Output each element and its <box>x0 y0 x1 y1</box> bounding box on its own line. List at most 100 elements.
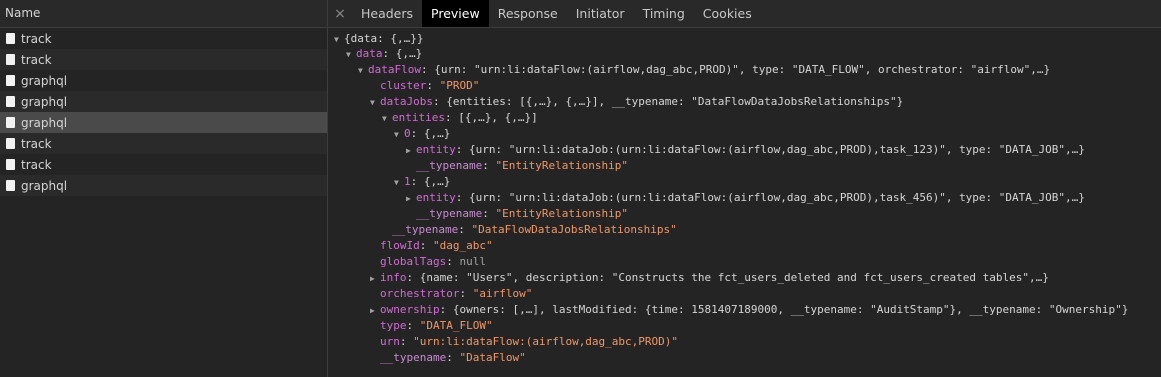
json-key: entities <box>392 111 445 124</box>
json-key: __typename <box>380 351 447 364</box>
json-key: __typename <box>416 159 483 172</box>
json-key: cluster <box>380 79 427 92</box>
json-text: : {,…} <box>410 127 451 140</box>
json-tree-line: orchestrator: "airflow" <box>370 286 532 302</box>
json-tree-line[interactable]: ▶ entity: {urn: "urn:li:dataJob:(urn:li:d… <box>406 142 1085 158</box>
json-text: : {entities: [{,…}, {,…}], __typename: "… <box>432 95 904 108</box>
json-text: : <box>419 239 433 252</box>
json-tree-line: urn: "urn:li:dataFlow:(airflow,dag_abc,P… <box>370 334 678 350</box>
tab-timing[interactable]: Timing <box>634 0 694 27</box>
collapsed-triangle-icon[interactable]: ▶ <box>370 303 380 319</box>
json-text: : <box>399 335 414 348</box>
details-panel: × Headers Preview Response Initiator Tim… <box>328 0 1161 377</box>
request-name: graphql <box>21 73 68 88</box>
json-text: : {owners: [,…], lastModified: {time: 15… <box>439 303 1129 316</box>
expanded-triangle-icon[interactable]: ▼ <box>382 111 392 127</box>
json-tree-line: globalTags: null <box>370 254 486 270</box>
json-key: data <box>356 47 383 60</box>
tab-headers[interactable]: Headers <box>352 0 422 27</box>
json-tree-line[interactable]: ▼ dataJobs: {entities: [{,…}, {,…}], __ty… <box>370 94 903 110</box>
request-name: track <box>21 157 52 172</box>
request-row[interactable]: track <box>0 28 327 49</box>
json-key: info <box>380 271 407 284</box>
close-icon[interactable]: × <box>328 0 352 27</box>
expanded-triangle-icon[interactable]: ▼ <box>370 95 380 111</box>
document-icon <box>6 138 15 149</box>
request-row[interactable]: track <box>0 49 327 70</box>
json-key: orchestrator <box>380 287 460 300</box>
expanded-triangle-icon[interactable]: ▼ <box>346 47 356 63</box>
json-key: globalTags <box>380 255 447 268</box>
request-list: track track graphql graphql graphql track trac… <box>0 28 327 196</box>
json-key: __typename <box>416 207 483 220</box>
request-row[interactable]: track <box>0 133 327 154</box>
request-row[interactable]: graphql <box>0 70 327 91</box>
json-key: type <box>380 319 407 332</box>
collapsed-triangle-icon[interactable]: ▶ <box>406 191 416 207</box>
json-text: null <box>459 255 486 268</box>
collapsed-triangle-icon[interactable]: ▶ <box>406 143 416 159</box>
json-key: entity <box>416 143 456 156</box>
json-tree-line: __typename: "EntityRelationship" <box>406 158 628 174</box>
json-tree-line[interactable]: ▼ 0: {,…} <box>394 126 450 142</box>
request-name: graphql <box>21 178 68 193</box>
json-key: dataFlow <box>368 63 421 76</box>
tab-cookies[interactable]: Cookies <box>694 0 761 27</box>
tab-initiator[interactable]: Initiator <box>567 0 634 27</box>
json-tree-line[interactable]: ▼ 1: {,…} <box>394 174 450 190</box>
json-key: 1 <box>404 175 411 188</box>
json-tree-line[interactable]: ▼ entities: [{,…}, {,…}] <box>382 110 538 126</box>
json-text: : <box>426 79 440 92</box>
json-tree-line[interactable]: ▶ ownership: {owners: [,…], lastModified:… <box>370 302 1128 318</box>
name-column-header[interactable]: Name <box>0 0 327 28</box>
json-tree-line: __typename: "DataFlowDataJobsRelationshi… <box>382 222 677 238</box>
document-icon <box>6 180 15 191</box>
request-name: graphql <box>21 94 68 109</box>
json-text: {data: {,…}} <box>344 32 424 45</box>
json-key: urn <box>380 335 400 348</box>
json-text: : <box>458 223 472 236</box>
json-string-value: "EntityRelationship" <box>495 159 628 172</box>
tab-response[interactable]: Response <box>489 0 567 27</box>
json-string-value: "DataFlow" <box>459 351 526 364</box>
request-name: track <box>21 31 52 46</box>
json-tree-line[interactable]: ▼ data: {,…} <box>346 46 422 62</box>
json-string-value: "dag_abc" <box>433 239 493 252</box>
json-string-value: "EntityRelationship" <box>495 207 628 220</box>
json-tree-line[interactable]: ▼ {data: {,…}} <box>334 31 423 47</box>
json-text: : {urn: "urn:li:dataJob:(urn:li:dataFlow… <box>455 143 1085 156</box>
request-row[interactable]: graphql <box>0 175 327 196</box>
json-key: dataJobs <box>380 95 433 108</box>
json-text: : <box>446 351 460 364</box>
expanded-triangle-icon[interactable]: ▼ <box>358 63 368 79</box>
request-row[interactable]: graphql <box>0 112 327 133</box>
json-tree-line[interactable]: ▶ entity: {urn: "urn:li:dataJob:(urn:li:d… <box>406 190 1085 206</box>
request-name: track <box>21 52 52 67</box>
tab-preview[interactable]: Preview <box>422 0 489 27</box>
json-tree-line[interactable]: ▶ info: {name: "Users", description: "Con… <box>370 270 1049 286</box>
request-row[interactable]: track <box>0 154 327 175</box>
json-text: : <box>446 255 460 268</box>
request-row[interactable]: graphql <box>0 91 327 112</box>
document-icon <box>6 96 15 107</box>
json-tree-line[interactable]: ▼ dataFlow: {urn: "urn:li:dataFlow:(airfl… <box>358 62 1050 78</box>
expanded-triangle-icon[interactable]: ▼ <box>334 32 344 48</box>
json-tree-line: __typename: "DataFlow" <box>370 350 526 366</box>
json-text: : [{,…}, {,…}] <box>444 111 538 124</box>
json-tree-line: cluster: "PROD" <box>370 78 479 94</box>
json-key: 0 <box>404 127 411 140</box>
request-name: graphql <box>21 115 68 130</box>
request-name: track <box>21 136 52 151</box>
json-text: : {urn: "urn:li:dataJob:(urn:li:dataFlow… <box>455 191 1085 204</box>
json-text: : {,…} <box>410 175 451 188</box>
json-string-value: "PROD" <box>439 79 480 92</box>
json-key: __typename <box>392 223 459 236</box>
document-icon <box>6 159 15 170</box>
json-text: : <box>482 207 496 220</box>
expanded-triangle-icon[interactable]: ▼ <box>394 175 404 191</box>
collapsed-triangle-icon[interactable]: ▶ <box>370 271 380 287</box>
json-text: : <box>406 319 420 332</box>
details-tabbar: × Headers Preview Response Initiator Tim… <box>328 0 1161 28</box>
json-string-value: "airflow" <box>472 287 533 300</box>
expanded-triangle-icon[interactable]: ▼ <box>394 127 404 143</box>
